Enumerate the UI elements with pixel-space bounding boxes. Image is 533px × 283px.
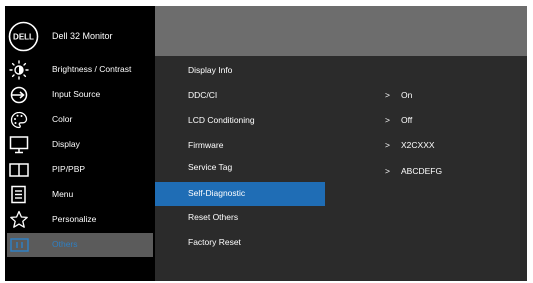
menu-item-ddc-ci[interactable]: DDC/CI [155,84,325,108]
star-icon [10,210,28,228]
sidebar-item-label: Personalize [52,214,97,224]
brand-header: DELL Dell 32 Monitor [5,6,155,56]
menu-item-label: LCD Conditioning [188,115,255,125]
value-text: Off [401,115,413,125]
menu-item-label: Self-Diagnostic [188,188,246,198]
monitor-osd: DELL Dell 32 Monitor Brightness / Contra… [5,6,527,281]
sidebar-item-menu[interactable]: Menu [5,183,155,207]
sidebar-item-display[interactable]: Display [5,133,155,157]
sidebar-item-input-source[interactable]: Input Source [5,83,155,107]
sidebar-item-color[interactable]: Color [5,108,155,132]
sidebar-item-label: Menu [52,189,74,199]
menu-item-label: Reset Others [188,212,239,222]
osd-top-bar [155,6,527,56]
sidebar-item-brightness-contrast[interactable]: Brightness / Contrast [5,58,155,82]
value-text: X2CXXX [401,140,435,150]
value-text: On [401,90,413,100]
sidebar-item-personalize[interactable]: Personalize [5,208,155,232]
menu-item-self-diagnostic[interactable]: Self-Diagnostic [155,182,325,206]
chevron-right-icon: > [385,166,390,176]
others-icon [10,238,29,252]
menu-item-firmware[interactable]: Firmware [155,134,325,158]
dell-logo-text: DELL [13,33,34,42]
menu-item-lcd-conditioning[interactable]: LCD Conditioning [155,109,325,133]
sidebar: DELL Dell 32 Monitor Brightness / Contra… [5,6,155,281]
menu-item-label: DDC/CI [188,90,218,100]
monitor-title: Dell 32 Monitor [52,31,113,41]
dell-logo: DELL [8,21,39,52]
sidebar-item-label: Display [52,139,80,149]
chevron-right-icon: > [385,140,390,150]
pip-pbp-icon [9,163,29,177]
display-icon [9,136,29,154]
sidebar-item-label: Others [52,239,78,249]
menu-item-display-info[interactable]: Display Info [155,59,325,83]
color-palette-icon [10,111,28,129]
menu-icon [11,185,26,204]
sidebar-item-pip-pbp[interactable]: PIP/PBP [5,158,155,182]
value-text: ABCDEFG [401,166,443,176]
sidebar-item-label: Color [52,114,73,124]
sidebar-item-others[interactable]: Others [7,233,153,257]
menu-item-reset-others[interactable]: Reset Others [155,206,325,230]
menu-item-label: Service Tag [188,162,233,172]
menu-item-factory-reset[interactable]: Factory Reset [155,231,325,255]
menu-item-label: Display Info [188,65,233,75]
chevron-right-icon: > [385,115,390,125]
chevron-right-icon: > [385,90,390,100]
sidebar-item-label: PIP/PBP [52,164,86,174]
menu-item-label: Firmware [188,140,224,150]
menu-item-label: Factory Reset [188,237,241,247]
sidebar-item-label: Input Source [52,89,101,99]
brightness-icon [9,60,29,80]
submenu-panel: Display Info DDC/CI LCD Conditioning Fir… [155,56,527,281]
menu-item-service-tag[interactable]: Service Tag [155,156,325,180]
input-source-icon [10,86,28,104]
sidebar-item-label: Brightness / Contrast [52,64,132,74]
